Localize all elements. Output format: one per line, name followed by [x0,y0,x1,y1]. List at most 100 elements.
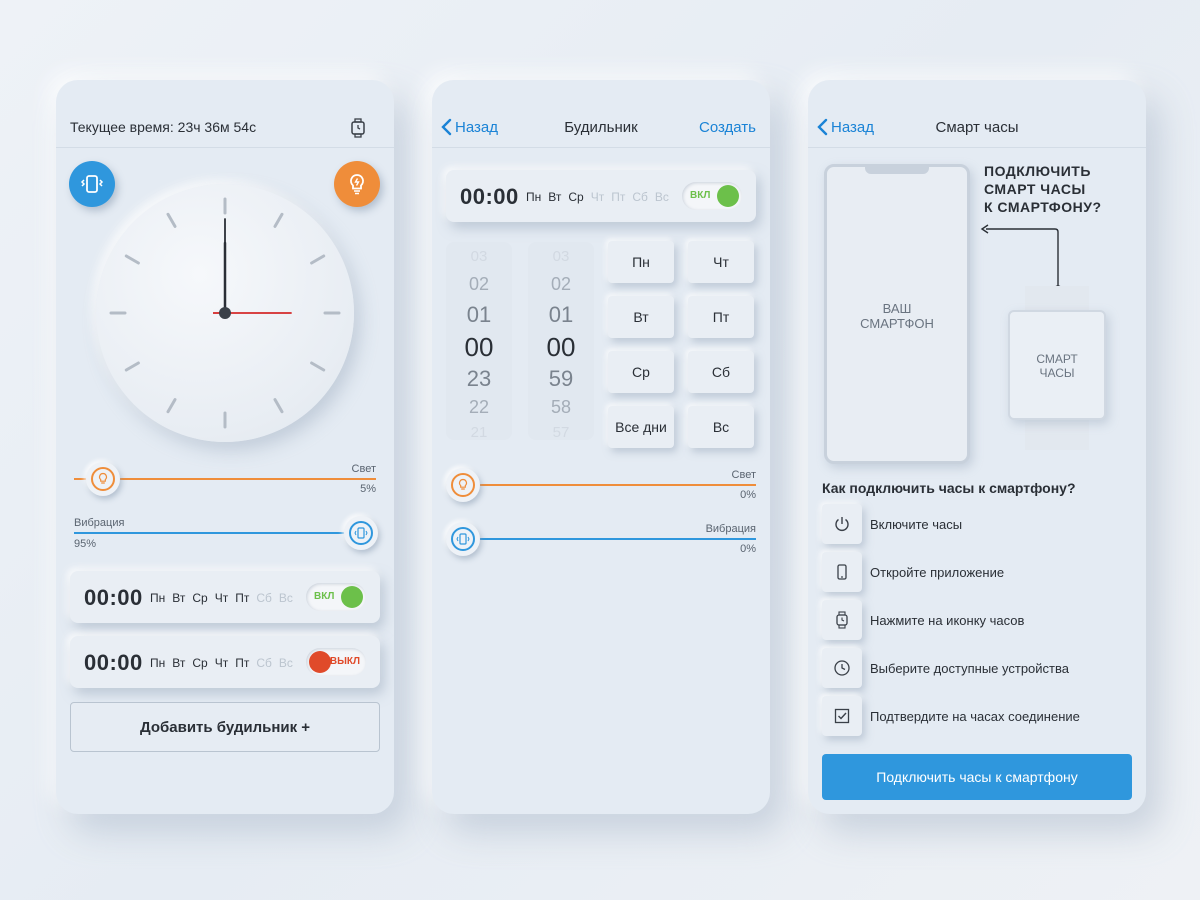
toggle-label: ВЫКЛ [329,656,360,667]
alarm-days: Пн Вт Ср Чт Пт Сб Вс [150,656,293,670]
step-text: Подтвердите на часах соединение [870,709,1080,724]
alarm-toggle[interactable]: ВЫКЛ [306,648,366,676]
weekday-label: Пт [235,656,250,670]
header: Текущее время: 23ч 36м 54с [56,80,394,148]
header: Назад Будильник Создать [432,80,770,148]
day-button[interactable]: Чт [688,241,754,283]
alarm-time: 00:00 [84,585,143,610]
picker-value[interactable]: 03 [528,248,594,265]
vibration-label: Вибрация [705,523,756,535]
watch-strap-top [1025,286,1089,312]
vibration-value: 95% [74,538,97,550]
phone-label: ВАШ СМАРТФОН [860,301,934,331]
picker-value[interactable]: 00 [528,332,594,363]
toggle-label: ВКЛ [690,190,711,201]
watch-label: СМАРТ ЧАСЫ [1036,352,1078,380]
clock-center [219,307,231,319]
power-icon[interactable] [822,504,862,544]
hours-picker[interactable]: 03 02 01 00 23 22 21 [446,242,512,441]
alarm-days: Пн Вт Ср Чт Пт Сб Вс [526,190,669,204]
weekday-label: Сб [632,190,648,204]
picker-value[interactable]: 03 [446,248,512,265]
vibration-slider-handle[interactable] [343,516,378,550]
light-slider-handle[interactable] [446,468,481,502]
watch-icon[interactable] [822,600,862,640]
light-slider-handle[interactable] [85,462,120,496]
watch-strap-bottom [1025,418,1089,450]
watch-illustration: СМАРТ ЧАСЫ [1008,310,1106,420]
light-track[interactable] [446,484,756,486]
picker-value[interactable]: 01 [528,302,594,328]
phone-icon[interactable] [822,552,862,592]
vibration-track[interactable] [74,532,376,534]
toggle-label: ВКЛ [314,591,335,602]
day-button[interactable]: Сб [688,351,754,393]
clock-tick [124,254,140,265]
weekday-label: Пн [150,656,166,670]
alarm-card[interactable]: 00:00 Пн Вт Ср Чт Пт Сб Вс ВЫКЛ [70,636,380,688]
alarm-days: Пн Вт Ср Чт Пт Сб Вс [150,591,293,605]
picker-value[interactable]: 02 [528,274,594,295]
current-time: Текущее время: 23ч 36м 54с [70,119,257,135]
alarm-toggle[interactable]: ВКЛ [682,182,742,210]
bulb-icon [459,478,468,490]
clock-icon[interactable] [822,648,862,688]
alarm-edit-screen: Назад Будильник Создать 00:00 Пн Вт Ср Чт Пт… [432,80,770,814]
weekday-label: Пн [526,190,542,204]
smartwatch-screen: Назад Смарт часы ВАШ СМАРТФОН ПОДКЛЮЧИТЬ… [808,80,1146,814]
clock-tick [166,212,177,228]
light-value: 5% [360,483,376,495]
create-button[interactable]: Создать [699,119,756,136]
picker-value[interactable]: 02 [446,274,512,295]
vibration-slider-handle[interactable] [446,522,481,556]
phone-notch [865,164,929,174]
weekday-label: Пт [235,591,250,605]
toggle-knob [309,651,331,673]
light-value: 0% [740,489,756,501]
weekday-label: Ср [192,656,208,670]
weekday-label: Ср [192,591,208,605]
add-alarm-button[interactable]: Добавить будильник + [70,702,380,752]
toggle-knob [341,586,363,608]
day-button[interactable]: Вс [688,406,754,448]
picker-value[interactable]: 59 [528,366,594,392]
alarm-card[interactable]: 00:00 Пн Вт Ср Чт Пт Сб Вс ВКЛ [446,170,756,222]
weekday-label: Вт [172,591,186,605]
main-screen: Текущее время: 23ч 36м 54с Свет 5% Вибра… [56,80,394,814]
instructions-title: Как подключить часы к смартфону? [822,480,1076,496]
picker-value[interactable]: 00 [446,332,512,363]
picker-value[interactable]: 22 [446,397,512,418]
step-text: Включите часы [870,517,963,532]
connection-arrow [980,224,1063,295]
day-button[interactable]: Все дни [608,406,674,448]
weekday-label: Пн [150,591,166,605]
picker-value[interactable]: 57 [528,424,594,441]
light-label: Свет [351,463,376,475]
day-button[interactable]: Пн [608,241,674,283]
picker-value[interactable]: 21 [446,424,512,441]
weekday-label: Вт [548,190,562,204]
minutes-picker[interactable]: 03 02 01 00 59 58 57 [528,242,594,441]
alarm-toggle[interactable]: ВКЛ [306,583,366,611]
clock-tick [273,212,284,228]
vibration-track[interactable] [446,538,756,540]
weekday-label: Вт [172,656,186,670]
day-button[interactable]: Пт [688,296,754,338]
checkbox-icon[interactable] [822,696,862,736]
picker-value[interactable]: 58 [528,397,594,418]
step-text: Нажмите на иконку часов [870,613,1025,628]
day-button[interactable]: Вт [608,296,674,338]
connect-watch-button[interactable]: Подключить часы к смартфону [822,754,1132,800]
connect-question: ПОДКЛЮЧИТЬ СМАРТ ЧАСЫ К СМАРТФОНУ? [984,163,1102,215]
picker-value[interactable]: 01 [446,302,512,328]
weekday-label: Вс [654,190,669,204]
alarm-card[interactable]: 00:00 Пн Вт Ср Чт Пт Сб Вс ВКЛ [70,571,380,623]
picker-value[interactable]: 23 [446,366,512,392]
weekday-label: Сб [256,656,272,670]
header: Назад Смарт часы [808,80,1146,148]
vibration-icon [354,527,368,539]
clock-tick [310,361,326,372]
day-button[interactable]: Ср [608,351,674,393]
bulb-icon [98,472,107,484]
smartwatch-icon[interactable] [350,118,366,138]
